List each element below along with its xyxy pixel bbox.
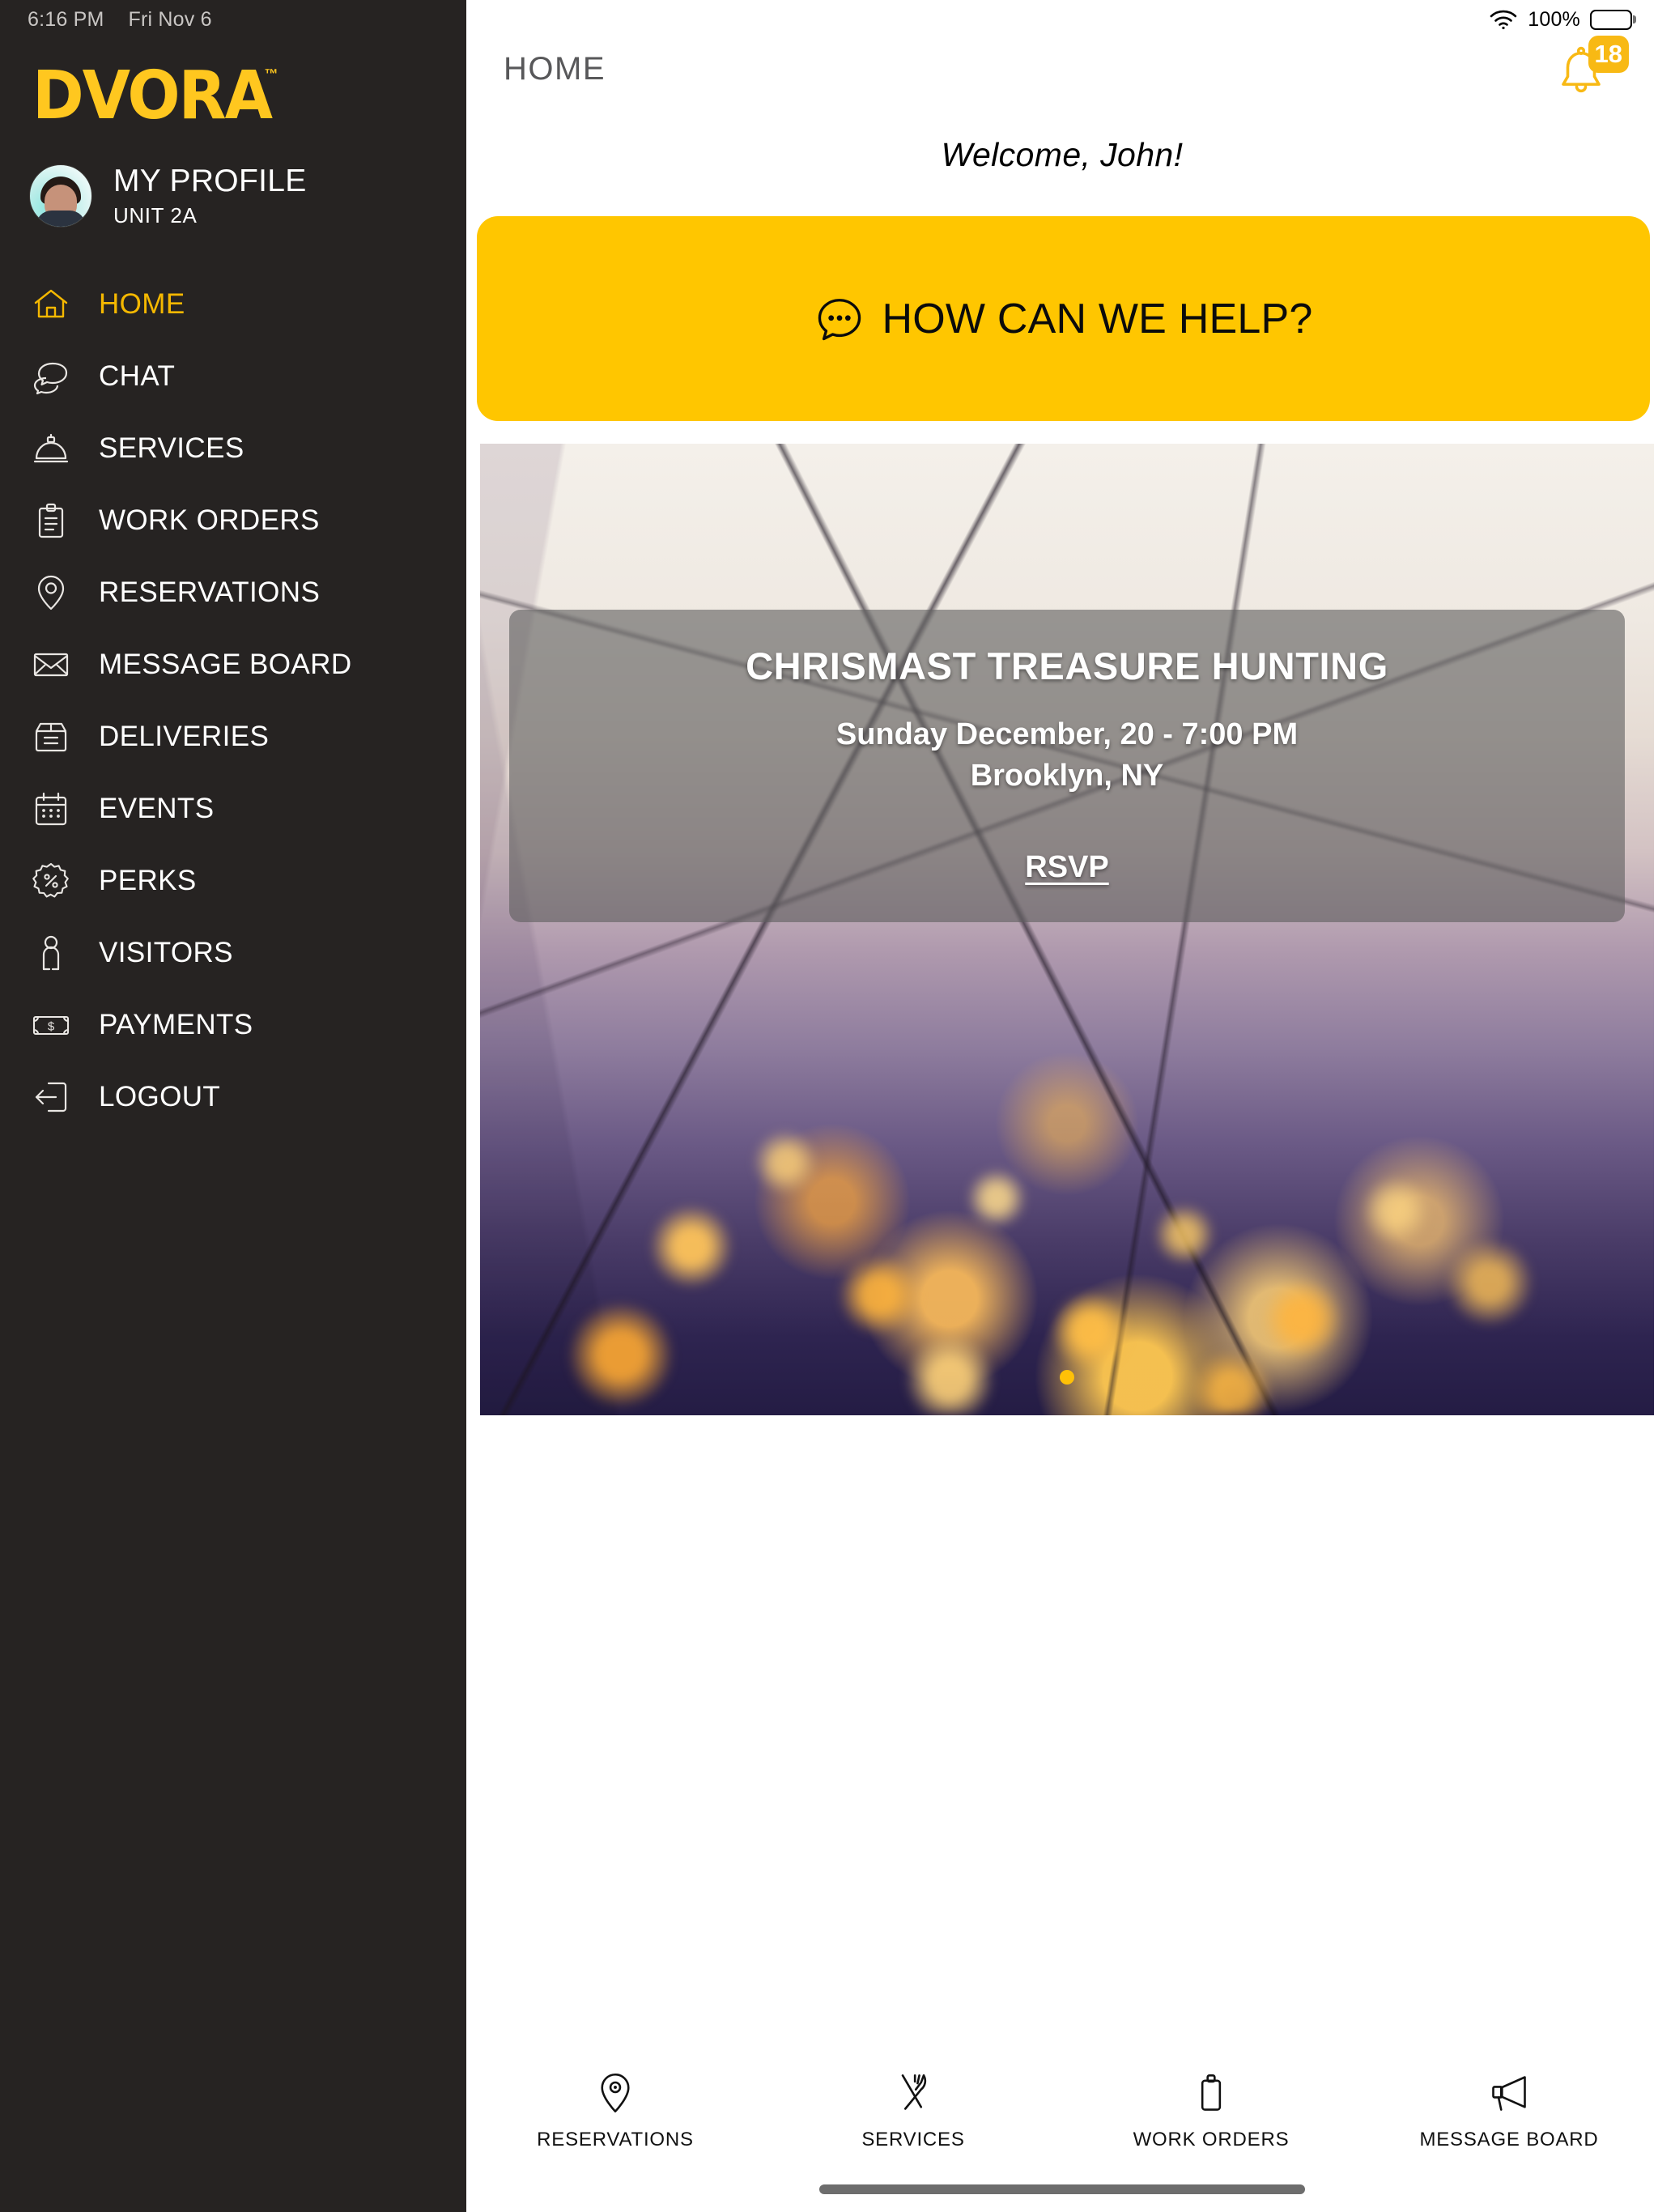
- event-overlay-card: CHRISMAST TREASURE HUNTING Sunday Decemb…: [509, 610, 1625, 922]
- carousel-dot-active[interactable]: [1060, 1370, 1074, 1385]
- help-button-label: HOW CAN WE HELP?: [882, 295, 1313, 342]
- profile-name: MY PROFILE: [113, 164, 307, 198]
- person-icon: [29, 931, 73, 975]
- map-pin-icon: [594, 2072, 636, 2114]
- logout-arrow-icon: [29, 1075, 73, 1119]
- sidebar-item-logout[interactable]: LOGOUT: [0, 1061, 466, 1134]
- sidebar: 6:16 PM Fri Nov 6 DVORA ™ MY PROFILE UNI…: [0, 0, 466, 2212]
- calendar-icon: [29, 787, 73, 831]
- event-title: CHRISMAST TREASURE HUNTING: [746, 644, 1388, 687]
- service-bell-icon: [29, 427, 73, 470]
- sidebar-item-payments[interactable]: $ PAYMENTS: [0, 989, 466, 1061]
- chat-bubbles-icon: [29, 355, 73, 398]
- status-time: 6:16 PM: [28, 7, 104, 31]
- sidebar-item-label: MESSAGE BOARD: [99, 649, 352, 681]
- wifi-icon: [1489, 9, 1518, 30]
- tab-label: MESSAGE BOARD: [1419, 2129, 1599, 2150]
- tab-services[interactable]: SERVICES: [764, 2072, 1062, 2151]
- page-title: HOME: [504, 51, 606, 87]
- clipboard-bottle-icon: [1190, 2072, 1232, 2114]
- home-indicator: [819, 2184, 1305, 2194]
- megaphone-icon: [1488, 2072, 1530, 2114]
- tab-work-orders[interactable]: WORK ORDERS: [1062, 2072, 1360, 2151]
- tab-label: WORK ORDERS: [1133, 2129, 1290, 2150]
- event-date: Sunday December, 20 - 7:00 PM: [835, 717, 1299, 751]
- sidebar-item-label: HOME: [99, 288, 185, 321]
- rsvp-link[interactable]: RSVP: [1025, 850, 1108, 885]
- battery-percentage: 100%: [1528, 7, 1580, 31]
- sidebar-item-work-orders[interactable]: WORK ORDERS: [0, 485, 466, 557]
- tab-label: SERVICES: [861, 2129, 965, 2150]
- sidebar-item-label: LOGOUT: [99, 1081, 221, 1113]
- promo-carousel[interactable]: CHRISMAST TREASURE HUNTING Sunday Decemb…: [480, 444, 1654, 1415]
- sidebar-item-label: VISITORS: [99, 937, 233, 969]
- sidebar-item-label: PERKS: [99, 865, 197, 897]
- svg-text:$: $: [48, 1020, 55, 1034]
- sidebar-item-label: CHAT: [99, 360, 176, 393]
- sidebar-nav: HOME CHAT SERVICES WORK ORDERS RESERVATI…: [0, 269, 466, 1134]
- sidebar-item-label: SERVICES: [99, 432, 244, 465]
- profile-row[interactable]: MY PROFILE UNIT 2A: [29, 164, 466, 228]
- battery-full-icon: [1590, 9, 1632, 30]
- package-box-icon: [29, 715, 73, 759]
- carousel-dots: [480, 1370, 1654, 1385]
- sidebar-item-reservations[interactable]: RESERVATIONS: [0, 557, 466, 629]
- home-icon: [29, 283, 73, 326]
- sidebar-item-home[interactable]: HOME: [0, 269, 466, 341]
- top-bar: HOME 18: [466, 35, 1658, 100]
- sidebar-status-bar: 6:16 PM Fri Nov 6: [0, 0, 466, 39]
- sidebar-item-label: WORK ORDERS: [99, 504, 320, 537]
- tab-reservations[interactable]: RESERVATIONS: [466, 2072, 764, 2151]
- sidebar-item-label: PAYMENTS: [99, 1009, 253, 1041]
- notification-badge-count: 18: [1588, 35, 1629, 73]
- tab-message-board[interactable]: MESSAGE BOARD: [1360, 2072, 1658, 2151]
- chat-dots-icon: [814, 294, 865, 344]
- avatar: [29, 164, 92, 228]
- sidebar-item-visitors[interactable]: VISITORS: [0, 917, 466, 989]
- status-date: Fri Nov 6: [128, 7, 212, 31]
- clipboard-icon: [29, 499, 73, 542]
- sidebar-item-label: RESERVATIONS: [99, 576, 321, 609]
- sidebar-item-perks[interactable]: PERKS: [0, 845, 466, 917]
- sidebar-item-events[interactable]: EVENTS: [0, 773, 466, 845]
- welcome-message: Welcome, John!: [941, 136, 1184, 173]
- tab-label: RESERVATIONS: [537, 2129, 694, 2150]
- brand-logo: DVORA ™: [32, 63, 278, 130]
- map-pin-icon: [29, 571, 73, 615]
- brand-wordmark: DVORA: [32, 57, 273, 134]
- main-content: 100% HOME 18 Welcome, John! HOW CAN WE H…: [466, 0, 1658, 2212]
- event-location: Brooklyn, NY: [970, 759, 1164, 793]
- profile-text: MY PROFILE UNIT 2A: [113, 164, 307, 228]
- main-status-bar: 100%: [466, 0, 1658, 39]
- sidebar-item-deliveries[interactable]: DELIVERIES: [0, 701, 466, 773]
- trademark-symbol: ™: [264, 66, 278, 82]
- sidebar-item-chat[interactable]: CHAT: [0, 341, 466, 413]
- sidebar-item-services[interactable]: SERVICES: [0, 413, 466, 485]
- fork-knife-icon: [892, 2072, 934, 2114]
- banknote-icon: $: [29, 1003, 73, 1047]
- how-can-we-help-button[interactable]: HOW CAN WE HELP?: [477, 216, 1650, 421]
- profile-unit: UNIT 2A: [113, 202, 198, 228]
- sidebar-item-message-board[interactable]: MESSAGE BOARD: [0, 629, 466, 701]
- envelope-icon: [29, 643, 73, 687]
- app-root: 6:16 PM Fri Nov 6 DVORA ™ MY PROFILE UNI…: [0, 0, 1658, 2212]
- percent-badge-icon: [29, 859, 73, 903]
- sidebar-item-label: EVENTS: [99, 793, 215, 825]
- notifications-button[interactable]: 18: [1551, 32, 1629, 107]
- sidebar-item-label: DELIVERIES: [99, 721, 270, 753]
